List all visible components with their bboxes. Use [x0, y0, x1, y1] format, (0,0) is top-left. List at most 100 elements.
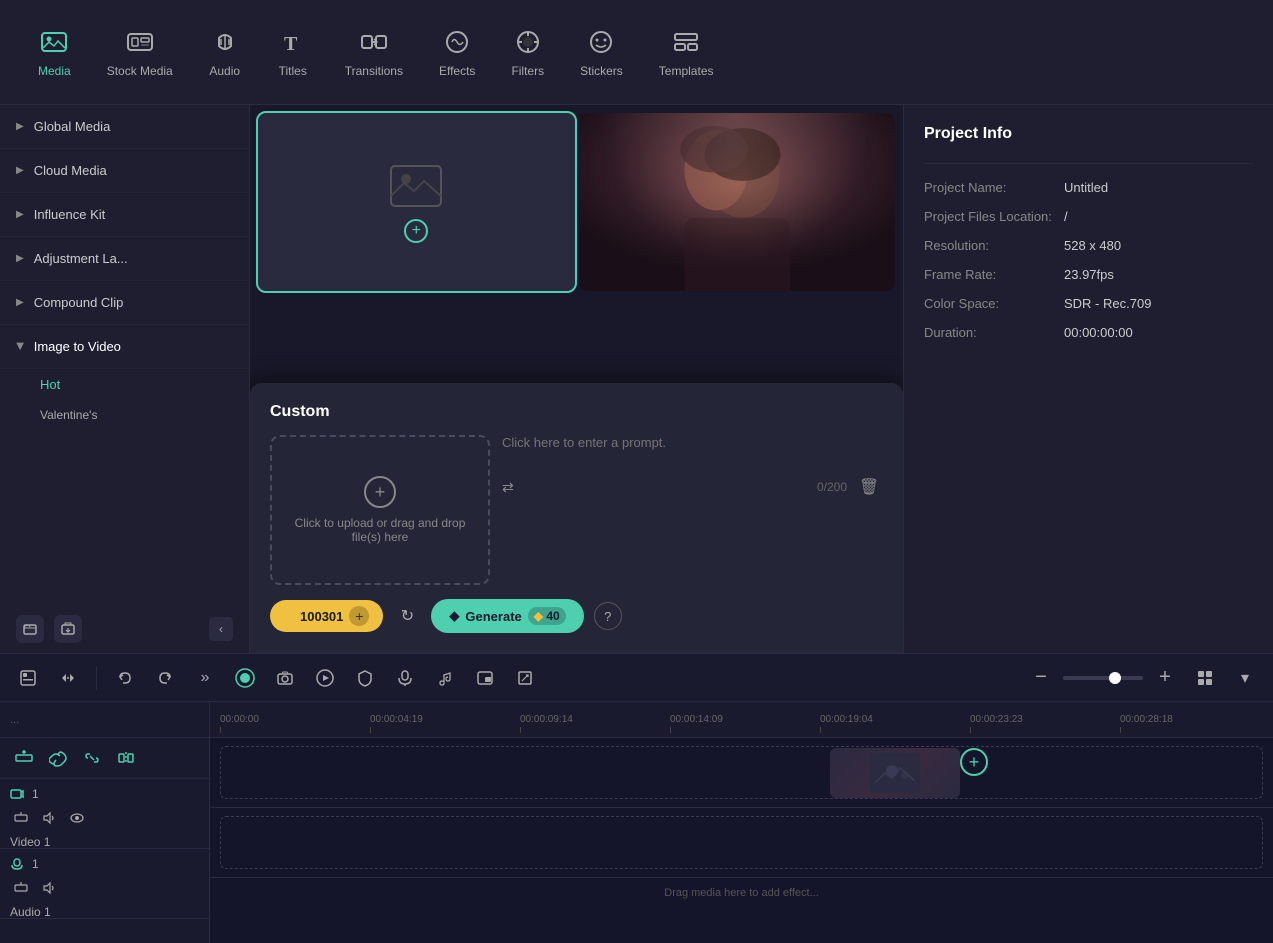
camera-button[interactable]: [269, 662, 301, 694]
ruler-mark-3: 00:00:14:09: [670, 714, 820, 733]
ruler-mark-0: 00:00:00: [220, 714, 370, 733]
nav-item-stickers[interactable]: Stickers: [562, 16, 641, 88]
more-button[interactable]: »: [189, 662, 221, 694]
drop-hint: Drag media here to add effect...: [664, 887, 819, 899]
video-volume-button[interactable]: [38, 807, 60, 829]
timeline-toolbar: » − +: [0, 654, 1273, 702]
sidebar-item-influence-kit[interactable]: ▶ Influence Kit: [0, 193, 249, 237]
ruler-mark-4: 00:00:19:04: [820, 714, 970, 733]
video-eye-button[interactable]: [66, 807, 88, 829]
nav-item-effects[interactable]: Effects: [421, 16, 493, 88]
record-button[interactable]: [229, 662, 261, 694]
nav-item-media[interactable]: Media: [20, 16, 89, 88]
shield-button[interactable]: [349, 662, 381, 694]
prompt-area: ⇄ 0/200 🗑: [502, 435, 883, 501]
value-frame-rate: 23.97fps: [1064, 267, 1114, 282]
play-button[interactable]: [309, 662, 341, 694]
custom-panel-body: + Click to upload or drag and drop file(…: [270, 435, 883, 585]
music-button[interactable]: [429, 662, 461, 694]
audio-icon: [209, 26, 241, 58]
zoom-control: − +: [1025, 662, 1181, 694]
ripple-tool-button[interactable]: [52, 662, 84, 694]
resize-button[interactable]: [509, 662, 541, 694]
sidebar-item-compound-clip[interactable]: ▶ Compound Clip: [0, 281, 249, 325]
link-button[interactable]: [44, 744, 72, 772]
delete-button[interactable]: 🗑: [855, 473, 883, 501]
ruler-marks: 00:00:00 00:00:04:19 00:00:09:14 00:00:1…: [210, 714, 1270, 733]
help-button[interactable]: ?: [594, 602, 622, 630]
redo-button[interactable]: [149, 662, 181, 694]
ruler-mark-1: 00:00:04:19: [370, 714, 520, 733]
shuffle-icon[interactable]: ⇄: [502, 479, 514, 496]
ruler-mark-5: 00:00:23:23: [970, 714, 1120, 733]
nav-item-audio[interactable]: Audio: [191, 16, 259, 88]
nav-item-titles[interactable]: T Titles: [259, 16, 327, 88]
prompt-textarea[interactable]: [502, 435, 883, 465]
zoom-slider[interactable]: [1063, 676, 1143, 680]
nav-item-filters[interactable]: Filters: [493, 16, 562, 88]
upload-plus-icon: +: [364, 476, 396, 508]
add-credits-button[interactable]: +: [349, 606, 369, 626]
zoom-thumb: [1109, 672, 1121, 684]
sidebar-collapse-button[interactable]: ‹: [209, 617, 233, 641]
nav-label-stickers: Stickers: [580, 64, 623, 78]
nav-label-filters: Filters: [511, 64, 544, 78]
split-button[interactable]: [112, 744, 140, 772]
info-row-framerate: Frame Rate: 23.97fps: [924, 267, 1253, 282]
sidebar-item-global-media[interactable]: ▶ Global Media: [0, 105, 249, 149]
upload-label: Click to upload or drag and drop file(s)…: [272, 516, 488, 544]
generate-button[interactable]: ◆ Generate ◆ 40: [431, 599, 583, 633]
track-labels: ... 1: [0, 702, 210, 943]
info-row-resolution: Resolution: 528 x 480: [924, 238, 1253, 253]
sidebar-item-adjustment[interactable]: ▶ Adjustment La...: [0, 237, 249, 281]
audio-add-button[interactable]: [10, 877, 32, 899]
dropdown-button[interactable]: ▾: [1229, 662, 1261, 694]
sidebar-item-cloud-media[interactable]: ▶ Cloud Media: [0, 149, 249, 193]
center-content: +: [250, 105, 903, 653]
media-thumb-upload[interactable]: +: [258, 113, 575, 291]
track-item-header-video: 1: [10, 787, 199, 801]
video-add-button[interactable]: [10, 807, 32, 829]
nav-item-templates[interactable]: Templates: [641, 16, 732, 88]
effects-icon: [441, 26, 473, 58]
value-files-location: /: [1064, 209, 1068, 224]
grid-view-button[interactable]: [1189, 662, 1221, 694]
sidebar-sub-valentines[interactable]: Valentine's: [0, 400, 249, 430]
undo-button[interactable]: [109, 662, 141, 694]
video-track-row: +: [210, 738, 1273, 808]
nav-item-stock-media[interactable]: Stock Media: [89, 16, 191, 88]
new-folder-button[interactable]: [16, 615, 44, 643]
zoom-out-button[interactable]: −: [1025, 662, 1057, 694]
refresh-button[interactable]: ↻: [393, 602, 421, 630]
value-color-space: SDR - Rec.709: [1064, 296, 1151, 311]
import-button[interactable]: [54, 615, 82, 643]
custom-panel-title: Custom: [270, 403, 883, 421]
credits-badge[interactable]: ◆ 100301 +: [270, 600, 383, 632]
media-thumb-couple[interactable]: [579, 113, 896, 291]
right-panel: Project Info Project Name: Untitled Proj…: [903, 105, 1273, 653]
unlink-button[interactable]: [78, 744, 106, 772]
select-tool-button[interactable]: [12, 662, 44, 694]
label-color-space: Color Space:: [924, 296, 1054, 311]
nav-item-transitions[interactable]: Transitions: [327, 16, 421, 88]
pip-button[interactable]: [469, 662, 501, 694]
timeline-content: ... 1: [0, 702, 1273, 943]
track-tools-row: [0, 738, 209, 779]
custom-panel: Custom + Click to upload or drag and dro…: [250, 383, 903, 653]
audio-volume-button[interactable]: [38, 877, 60, 899]
value-resolution: 528 x 480: [1064, 238, 1121, 253]
timeline-ruler: 00:00:00 00:00:04:19 00:00:09:14 00:00:1…: [210, 702, 1273, 738]
track-area: + Drag media here to add effect...: [210, 738, 1273, 943]
zoom-in-button[interactable]: +: [1149, 662, 1181, 694]
sidebar-item-image-to-video[interactable]: ▶ Image to Video: [0, 325, 249, 369]
sidebar-sub-hot[interactable]: Hot: [0, 369, 249, 400]
chevron-right-icon3: ▶: [16, 209, 24, 220]
nav-label-media: Media: [38, 64, 71, 78]
label-duration: Duration:: [924, 325, 1054, 340]
add-video-track-button[interactable]: [10, 744, 38, 772]
chevron-right-icon2: ▶: [16, 165, 24, 176]
mic-button[interactable]: [389, 662, 421, 694]
transitions-icon: [358, 26, 390, 58]
upload-zone[interactable]: + Click to upload or drag and drop file(…: [270, 435, 490, 585]
empty-audio-zone: [220, 816, 1263, 869]
